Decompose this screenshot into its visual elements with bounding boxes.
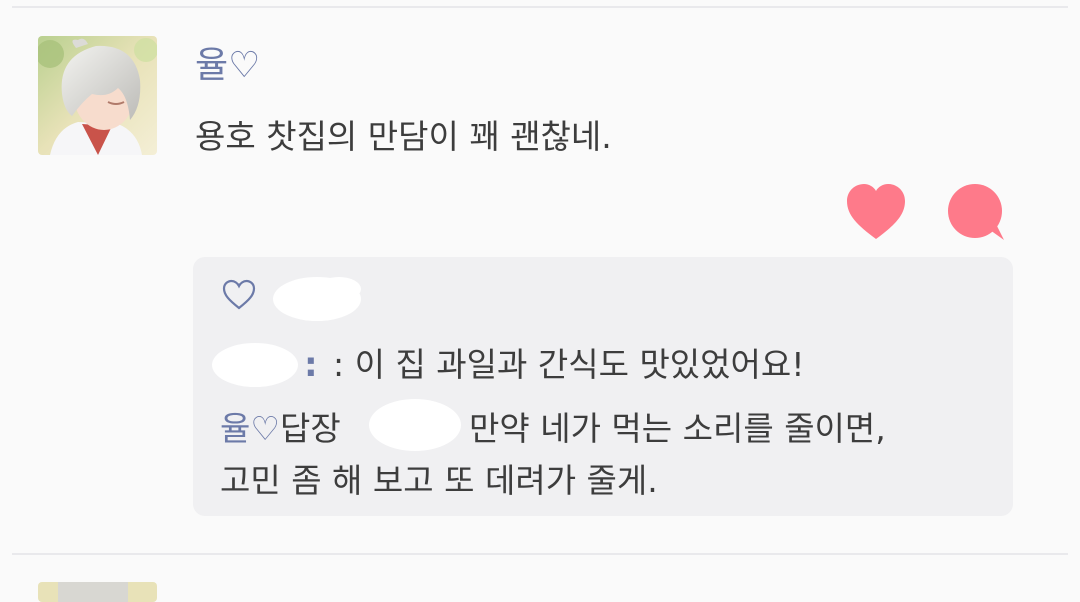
avatar[interactable] (38, 36, 157, 155)
reply-like-button[interactable] (222, 279, 256, 311)
bottom-divider (12, 553, 1068, 555)
heart-outline-icon (222, 279, 256, 310)
post-text: 용호 찻집의 만담이 꽤 괜찮네. (195, 117, 612, 156)
reply-text-1: 만약 네가 먹는 소리를 줄이면, (469, 409, 886, 448)
reply-label: 답장 (279, 409, 341, 448)
speech-bubble-icon (948, 184, 1004, 240)
comment-section: : : 이 집 과일과 간식도 맛있었어요! 율♡답장 만약 네가 먹는 소리를… (193, 257, 1013, 516)
redacted-name-blur (273, 277, 361, 321)
avatar-image (38, 582, 157, 602)
reply-text-2: 고민 좀 해 보고 또 데려가 줄게. (220, 461, 658, 500)
heart-icon (847, 184, 905, 239)
top-divider (12, 6, 1068, 8)
reply-line-1: 율♡답장 (220, 407, 341, 451)
reply-author[interactable]: 율♡ (220, 409, 280, 448)
comment-body: : 이 집 과일과 간식도 맛있었어요! (333, 345, 805, 384)
redacted-commenter-blur (212, 343, 298, 387)
comment-text: : 이 집 과일과 간식도 맛있었어요! (333, 343, 804, 387)
comment-button[interactable] (946, 184, 1006, 242)
like-button[interactable] (845, 183, 907, 241)
redacted-reply-target-blur (369, 399, 461, 451)
next-post-avatar[interactable] (38, 582, 157, 602)
commenter-separator: : (304, 345, 318, 385)
post-author[interactable]: 율♡ (195, 42, 260, 90)
avatar-image (38, 36, 157, 155)
